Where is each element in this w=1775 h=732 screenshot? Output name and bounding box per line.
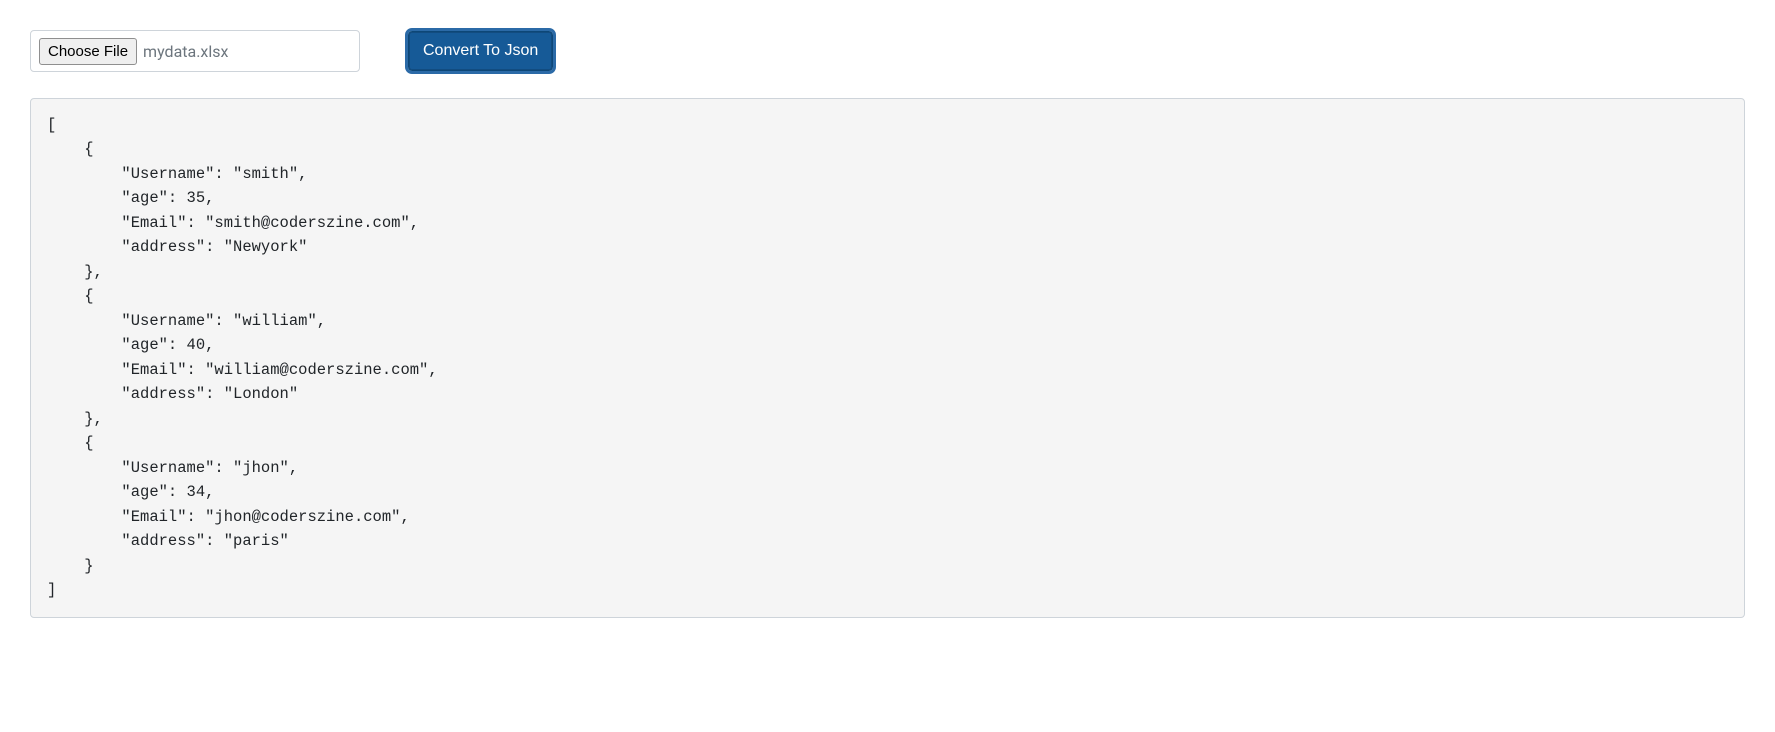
- json-output: [ { "Username": "smith", "age": 35, "Ema…: [30, 98, 1745, 618]
- convert-to-json-button[interactable]: Convert To Json: [408, 31, 553, 72]
- choose-file-button[interactable]: Choose File: [39, 38, 137, 65]
- toolbar: Choose File mydata.xlsx Convert To Json: [30, 30, 1745, 72]
- file-input-wrapper[interactable]: Choose File mydata.xlsx: [30, 30, 360, 72]
- selected-file-name: mydata.xlsx: [143, 42, 228, 61]
